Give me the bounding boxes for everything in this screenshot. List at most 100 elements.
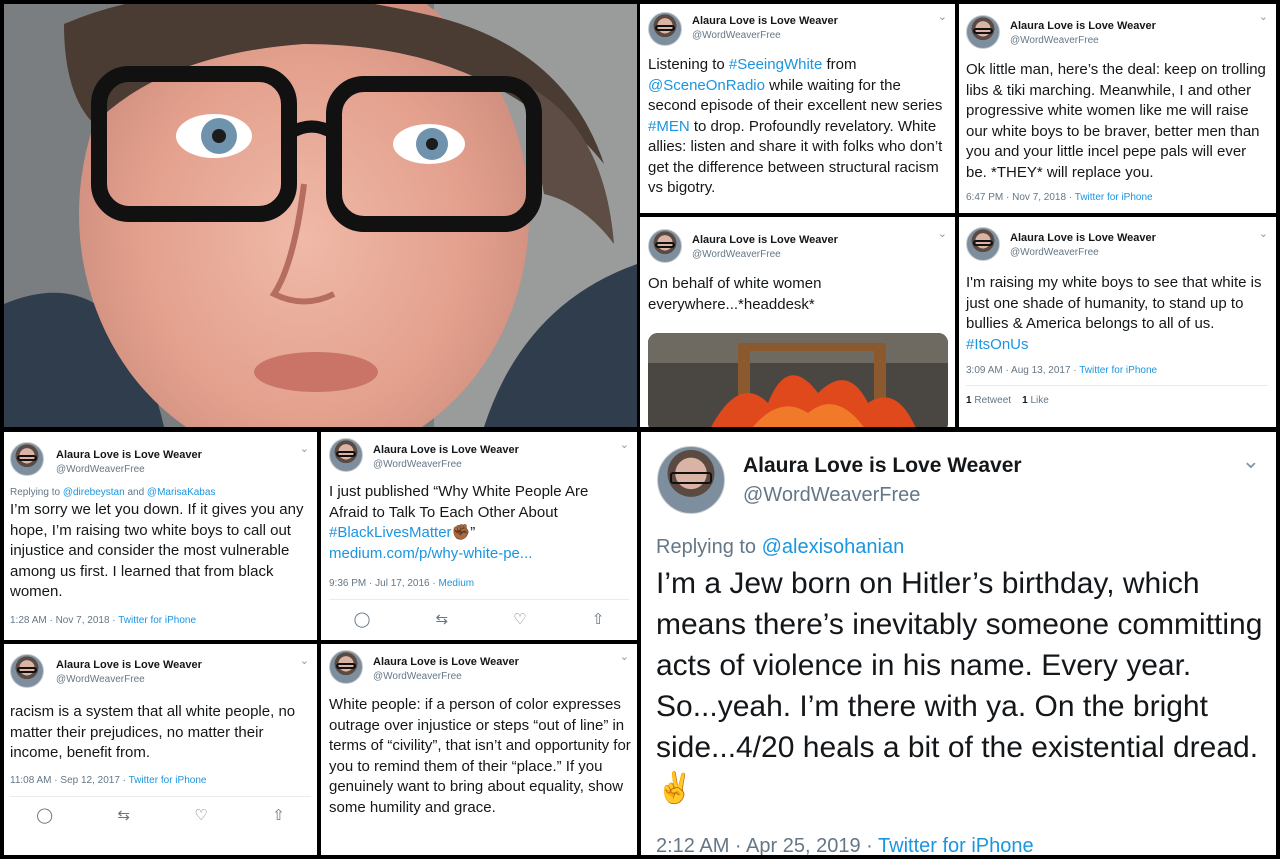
chevron-down-icon[interactable]: ⌄ xyxy=(620,650,629,663)
display-name[interactable]: Alaura Love is Love Weaver xyxy=(1010,232,1156,244)
retweet-icon[interactable]: ⇆ xyxy=(117,806,130,824)
retweet-label[interactable]: Retweet xyxy=(974,395,1011,406)
display-name[interactable]: Alaura Love is Love Weaver xyxy=(743,454,1022,478)
engagement-stats: 1 Retweet 1 Like xyxy=(959,386,1276,406)
hashtag-link[interactable]: #ItsOnUs xyxy=(966,336,1029,353)
tweet-header: Alaura Love is Love Weaver @WordWeaverFr… xyxy=(4,432,317,476)
tweet-card-headdesk[interactable]: Alaura Love is Love Weaver @WordWeaverFr… xyxy=(640,217,955,427)
share-icon[interactable]: ⇧ xyxy=(272,806,285,824)
reply-icon[interactable]: ◯ xyxy=(36,806,53,824)
tweet-card-its-on-us[interactable]: Alaura Love is Love Weaver @WordWeaverFr… xyxy=(959,217,1276,427)
tweet-source[interactable]: Twitter for iPhone xyxy=(878,835,1034,855)
display-name[interactable]: Alaura Love is Love Weaver xyxy=(56,449,202,461)
tweet-card-white-people[interactable]: Alaura Love is Love Weaver @WordWeaverFr… xyxy=(321,644,637,855)
heart-icon[interactable]: ♡ xyxy=(194,806,207,824)
tweet-source[interactable]: Twitter for iPhone xyxy=(118,615,196,626)
timestamp[interactable]: 2:12 AM · Apr 25, 2019 xyxy=(656,835,861,855)
tweet-header: Alaura Love is Love Weaver @WordWeaverFr… xyxy=(321,644,637,684)
handle[interactable]: @WordWeaverFree xyxy=(743,484,1022,507)
tweet-card-little-man[interactable]: Alaura Love is Love Weaver @WordWeaverFr… xyxy=(959,4,1276,213)
timestamp[interactable]: 3:09 AM · Aug 13, 2017 xyxy=(966,365,1071,376)
collage: Alaura Love is Love Weaver @WordWeaverFr… xyxy=(0,0,1280,859)
hashtag-link[interactable]: #BlackLivesMatter xyxy=(329,524,452,541)
victory-hand-emoji: ✌️ xyxy=(656,772,694,805)
tweet-header: Alaura Love is Love Weaver @WordWeaverFr… xyxy=(640,217,955,263)
portrait-image xyxy=(4,4,637,427)
handle[interactable]: @WordWeaverFree xyxy=(373,671,519,682)
handle[interactable]: @WordWeaverFree xyxy=(1010,35,1156,46)
timestamp[interactable]: 1:28 AM · Nov 7, 2018 xyxy=(10,615,110,626)
mention-link[interactable]: @MarisaKabas xyxy=(147,487,216,498)
share-icon[interactable]: ⇧ xyxy=(592,610,605,628)
tweet-media-image[interactable] xyxy=(648,333,948,427)
hashtag-link[interactable]: #SeeingWhite xyxy=(729,56,822,73)
chevron-down-icon[interactable]: ⌄ xyxy=(1259,227,1268,240)
display-name[interactable]: Alaura Love is Love Weaver xyxy=(692,234,838,246)
avatar[interactable] xyxy=(329,650,363,684)
avatar[interactable] xyxy=(966,15,1000,49)
display-name[interactable]: Alaura Love is Love Weaver xyxy=(373,444,519,456)
avatar[interactable] xyxy=(966,227,1000,261)
avatar[interactable] xyxy=(329,438,363,472)
tweet-header: Alaura Love is Love Weaver @WordWeaverFr… xyxy=(640,4,955,46)
display-name[interactable]: Alaura Love is Love Weaver xyxy=(373,656,519,668)
tweet-meta: 11:08 AM · Sep 12, 2017 · Twitter for iP… xyxy=(10,774,207,786)
like-count: 1 xyxy=(1022,395,1028,406)
timestamp[interactable]: 11:08 AM · Sep 12, 2017 xyxy=(10,775,120,786)
mention-link[interactable]: @alexisohanian xyxy=(762,536,905,558)
bonfire-image xyxy=(648,333,948,427)
timestamp[interactable]: 9:36 PM · Jul 17, 2016 xyxy=(329,578,430,589)
avatar[interactable] xyxy=(10,654,44,688)
chevron-down-icon[interactable]: ⌄ xyxy=(938,10,947,23)
tweet-text: I’m a Jew born on Hitler’s birthday, whi… xyxy=(656,567,1263,805)
tweet-meta: 9:36 PM · Jul 17, 2016 · Medium xyxy=(329,578,475,589)
tweet-card-medium[interactable]: Alaura Love is Love Weaver @WordWeaverFr… xyxy=(321,432,637,640)
tweet-source[interactable]: Medium xyxy=(439,578,475,589)
chevron-down-icon[interactable]: ⌄ xyxy=(300,442,309,455)
chevron-down-icon[interactable]: ⌄ xyxy=(620,438,629,451)
tweet-card-sorry[interactable]: Alaura Love is Love Weaver @WordWeaverFr… xyxy=(4,432,317,640)
hashtag-link[interactable]: #MEN xyxy=(648,118,690,135)
tweet-source[interactable]: Twitter for iPhone xyxy=(1079,365,1157,376)
tweet-text: racism is a system that all white people… xyxy=(10,703,296,761)
profile-photo xyxy=(4,4,637,427)
tweet-meta: 1:28 AM · Nov 7, 2018 · Twitter for iPho… xyxy=(10,614,197,626)
avatar[interactable] xyxy=(657,446,725,514)
retweet-count: 1 xyxy=(966,395,972,406)
reply-icon[interactable]: ◯ xyxy=(354,610,371,628)
chevron-down-icon[interactable]: ⌄ xyxy=(300,654,309,667)
tweet-actions: ◯ ⇆ ♡ ⇧ xyxy=(4,797,317,824)
display-name[interactable]: Alaura Love is Love Weaver xyxy=(56,659,202,671)
tweet-text: Ok little man, here’s the deal: keep on … xyxy=(966,61,1266,181)
handle[interactable]: @WordWeaverFree xyxy=(373,459,519,470)
display-name[interactable]: Alaura Love is Love Weaver xyxy=(1010,20,1156,32)
tweet-source[interactable]: Twitter for iPhone xyxy=(1075,192,1153,203)
tweet-text: Listening to #SeeingWhite from @SceneOnR… xyxy=(648,56,943,196)
mention-link[interactable]: @SceneOnRadio xyxy=(648,77,765,94)
chevron-down-icon[interactable]: ⌄ xyxy=(938,227,947,240)
tweet-source[interactable]: Twitter for iPhone xyxy=(129,775,207,786)
heart-icon[interactable]: ♡ xyxy=(513,610,526,628)
handle[interactable]: @WordWeaverFree xyxy=(56,464,202,475)
tweet-text: On behalf of white women everywhere...*h… xyxy=(648,275,822,313)
timestamp[interactable]: 6:47 PM · Nov 7, 2018 xyxy=(966,192,1066,203)
like-label[interactable]: Like xyxy=(1031,395,1049,406)
tweet-card-racism-system[interactable]: Alaura Love is Love Weaver @WordWeaverFr… xyxy=(4,644,317,855)
tweet-card-seeing-white[interactable]: Alaura Love is Love Weaver @WordWeaverFr… xyxy=(640,4,955,213)
avatar[interactable] xyxy=(648,12,682,46)
tweet-text: I'm raising my white boys to see that wh… xyxy=(966,274,1262,353)
avatar[interactable] xyxy=(10,442,44,476)
handle[interactable]: @WordWeaverFree xyxy=(56,674,202,685)
display-name[interactable]: Alaura Love is Love Weaver xyxy=(692,15,838,27)
tweet-card-hitler-birthday[interactable]: Alaura Love is Love Weaver @WordWeaverFr… xyxy=(641,432,1276,855)
retweet-icon[interactable]: ⇆ xyxy=(436,610,449,628)
mention-link[interactable]: @direbeystan xyxy=(63,487,125,498)
handle[interactable]: @WordWeaverFree xyxy=(692,249,838,260)
avatar[interactable] xyxy=(648,229,682,263)
chevron-down-icon[interactable]: ⌄ xyxy=(1259,10,1268,23)
handle[interactable]: @WordWeaverFree xyxy=(692,30,838,41)
chevron-down-icon[interactable]: ⌄ xyxy=(1242,448,1260,474)
replying-to: Replying to @direbeystan and @MarisaKaba… xyxy=(10,487,216,498)
url-link[interactable]: medium.com/p/why-white-pe... xyxy=(329,545,532,562)
handle[interactable]: @WordWeaverFree xyxy=(1010,247,1156,258)
